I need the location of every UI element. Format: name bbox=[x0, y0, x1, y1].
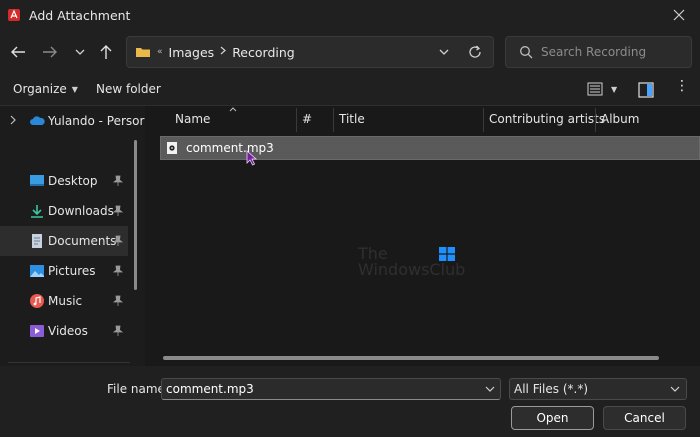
back-arrow-icon[interactable] bbox=[8, 40, 28, 64]
download-icon bbox=[29, 203, 45, 219]
videos-icon bbox=[29, 323, 45, 339]
forward-arrow-icon[interactable] bbox=[40, 40, 60, 64]
navigation-bar: « Images Recording bbox=[0, 30, 700, 74]
title-bar: Add Attachment bbox=[0, 0, 700, 30]
audio-file-icon bbox=[166, 141, 178, 155]
pin-icon[interactable] bbox=[112, 205, 124, 217]
close-icon[interactable] bbox=[670, 6, 688, 24]
window-title: Add Attachment bbox=[29, 7, 131, 23]
documents-icon bbox=[29, 233, 45, 249]
expand-chevron-icon[interactable] bbox=[10, 114, 16, 128]
organize-menu-button[interactable]: Organize ▼ bbox=[13, 82, 78, 96]
more-options-icon[interactable]: ⋮ bbox=[675, 78, 690, 94]
breadcrumb-recording[interactable]: Recording bbox=[232, 45, 295, 60]
sidebar-item-label: Yulando - Persor bbox=[48, 114, 145, 128]
music-icon bbox=[29, 293, 45, 309]
pdf-app-icon bbox=[7, 8, 21, 22]
recent-locations-chevron-icon[interactable] bbox=[72, 40, 88, 64]
file-name-field[interactable]: comment.mp3 bbox=[161, 378, 501, 400]
watermark-line: WindowsClub bbox=[358, 260, 466, 279]
sidebar-item-desktop[interactable]: Desktop bbox=[0, 166, 128, 196]
sidebar-item-label: Documents bbox=[48, 234, 117, 248]
pin-icon[interactable] bbox=[112, 265, 124, 277]
cancel-button[interactable]: Cancel bbox=[603, 406, 686, 430]
sidebar-item-label: Pictures bbox=[48, 264, 96, 278]
column-divider[interactable] bbox=[483, 108, 484, 132]
up-arrow-icon[interactable] bbox=[96, 40, 116, 64]
column-header-title[interactable]: Title bbox=[339, 106, 365, 132]
search-input[interactable] bbox=[541, 45, 691, 59]
view-caret-down-icon: ▼ bbox=[611, 84, 618, 94]
column-divider[interactable] bbox=[595, 108, 596, 132]
sidebar-item-label: Videos bbox=[48, 324, 88, 338]
sort-ascending-icon bbox=[229, 105, 237, 114]
sidebar-item-pictures[interactable]: Pictures bbox=[0, 256, 128, 286]
sidebar-item-videos[interactable]: Videos bbox=[0, 316, 128, 346]
folder-icon bbox=[135, 45, 151, 59]
column-header-contributing-artists[interactable]: Contributing artists bbox=[489, 106, 605, 132]
pin-icon[interactable] bbox=[112, 175, 124, 187]
view-options-button[interactable]: ▼ bbox=[587, 82, 617, 96]
sidebar-item-documents[interactable]: Documents bbox=[0, 226, 128, 256]
breadcrumb-images[interactable]: Images bbox=[169, 45, 215, 60]
file-type-select[interactable]: All Files (*.*) bbox=[509, 378, 687, 400]
command-toolbar: Organize ▼ New folder ▼ ⋮ bbox=[0, 74, 700, 106]
organize-label: Organize bbox=[13, 82, 67, 96]
horizontal-scrollbar[interactable] bbox=[163, 356, 659, 360]
file-type-dropdown-icon[interactable] bbox=[669, 383, 681, 395]
address-bar[interactable]: « Images Recording bbox=[126, 36, 494, 68]
file-name-value: comment.mp3 bbox=[166, 382, 254, 396]
sidebar-item-label: Downloads bbox=[48, 204, 114, 218]
sidebar-scrollbar[interactable] bbox=[134, 140, 137, 290]
sidebar-item-onedrive[interactable]: Yulando - Persor bbox=[0, 106, 144, 136]
caret-down-icon: ▼ bbox=[71, 84, 78, 94]
sidebar-item-label: Desktop bbox=[48, 174, 98, 188]
file-name-dropdown-icon[interactable] bbox=[484, 383, 496, 395]
watermark-logo-icon bbox=[439, 247, 455, 261]
sidebar-item-label: Music bbox=[48, 294, 83, 308]
column-divider[interactable] bbox=[333, 108, 334, 132]
column-divider[interactable] bbox=[296, 108, 297, 132]
open-button[interactable]: Open bbox=[511, 406, 594, 430]
pin-icon[interactable] bbox=[112, 295, 124, 307]
sidebar-item-downloads[interactable]: Downloads bbox=[0, 196, 128, 226]
search-box[interactable] bbox=[505, 36, 692, 68]
file-row[interactable]: comment.mp3 bbox=[160, 136, 700, 160]
file-type-value: All Files (*.*) bbox=[514, 382, 589, 396]
pictures-icon bbox=[29, 263, 45, 279]
desktop-icon bbox=[29, 173, 45, 189]
sidebar-divider bbox=[8, 362, 130, 363]
onedrive-cloud-icon bbox=[29, 113, 45, 129]
dialog-footer: File name: comment.mp3 All Files (*.*) O… bbox=[0, 366, 700, 437]
preview-pane-icon bbox=[638, 82, 654, 98]
preview-pane-button[interactable] bbox=[638, 82, 654, 98]
pin-icon[interactable] bbox=[112, 325, 124, 337]
watermark: The WindowsClub bbox=[358, 246, 465, 278]
column-header-name[interactable]: Name bbox=[175, 106, 210, 132]
overflow-crumbs-icon[interactable]: « bbox=[157, 47, 163, 57]
pin-icon[interactable] bbox=[112, 235, 124, 247]
column-header-album[interactable]: Album bbox=[601, 106, 639, 132]
file-name: comment.mp3 bbox=[186, 141, 274, 155]
new-folder-button[interactable]: New folder bbox=[96, 82, 161, 96]
search-icon bbox=[519, 45, 533, 59]
refresh-icon[interactable] bbox=[467, 44, 483, 60]
sidebar-item-music[interactable]: Music bbox=[0, 286, 128, 316]
column-header-number[interactable]: # bbox=[302, 106, 312, 132]
file-list-pane: Name # Title Contributing artists Album … bbox=[145, 106, 700, 366]
address-dropdown-icon[interactable] bbox=[437, 45, 451, 59]
navigation-pane: Yulando - Persor Desktop Downloads Docum… bbox=[0, 106, 144, 366]
file-name-label: File name: bbox=[107, 382, 169, 396]
breadcrumb-separator-icon bbox=[220, 46, 227, 58]
details-view-icon bbox=[587, 82, 603, 96]
mouse-cursor-icon bbox=[246, 150, 258, 166]
